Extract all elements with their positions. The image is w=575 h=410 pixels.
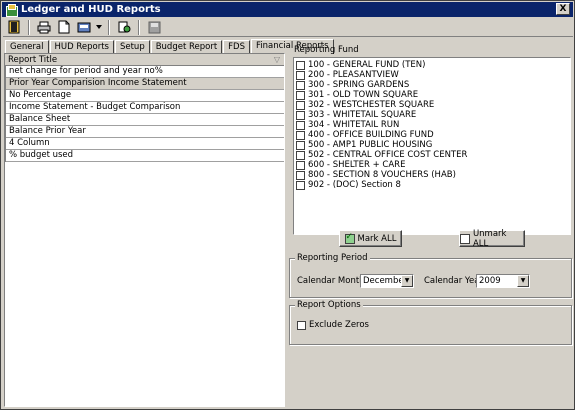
report-options-title: Report Options — [295, 300, 363, 310]
unchecked-box-icon — [460, 233, 470, 244]
unmark-all-button[interactable]: Unmark ALL — [459, 228, 525, 249]
preview-icon[interactable] — [55, 19, 73, 36]
table-row[interactable]: Balance Prior Year — [6, 126, 284, 138]
fund-label: 800 - SECTION 8 VOUCHERS (HAB) — [308, 170, 456, 180]
list-item[interactable]: 300 - SPRING GARDENS — [296, 80, 570, 90]
mark-all-button[interactable]: Mark ALL — [339, 230, 402, 247]
table-row[interactable]: Prior Year Comparision Income Statement — [6, 78, 284, 90]
table-row[interactable]: Balance Sheet — [6, 114, 284, 126]
dropdown-arrow-icon[interactable] — [95, 19, 103, 36]
window-title: Ledger and HUD Reports — [21, 4, 161, 15]
fund-checkbox[interactable] — [296, 110, 305, 120]
fund-list: 100 - GENERAL FUND (TEN) 200 - PLEASANTV… — [293, 57, 571, 235]
list-item[interactable]: 100 - GENERAL FUND (TEN) — [296, 60, 570, 70]
checked-box-icon — [344, 232, 355, 244]
filter-icon[interactable]: ▽ — [274, 55, 280, 64]
fund-label: 300 - SPRING GARDENS — [308, 80, 410, 90]
table-row[interactable]: % budget used — [6, 150, 284, 162]
fund-label: 304 - WHITETAIL RUN — [308, 120, 400, 130]
export-icon[interactable] — [75, 19, 93, 36]
list-item[interactable]: 502 - CENTRAL OFFICE COST CENTER — [296, 150, 570, 160]
fund-checkbox[interactable] — [296, 60, 305, 70]
grid-header[interactable]: Report Title ▽ — [5, 54, 284, 66]
list-item[interactable]: 303 - WHITETAIL SQUARE — [296, 110, 570, 120]
list-item[interactable]: 400 - OFFICE BUILDING FUND — [296, 130, 570, 140]
calendar-year-label: Calendar Year — [424, 276, 483, 286]
table-row[interactable]: Income Statement - Budget Comparison — [6, 102, 284, 114]
fund-checkbox[interactable] — [296, 160, 305, 170]
app-icon — [5, 3, 18, 17]
fund-label: 100 - GENERAL FUND (TEN) — [308, 60, 426, 70]
fund-checkbox[interactable] — [296, 150, 305, 160]
tab-general[interactable]: General — [5, 40, 49, 53]
reporting-period-group: Reporting Period Calendar Month December… — [289, 253, 572, 298]
list-item[interactable]: 200 - PLEASANTVIEW — [296, 70, 570, 80]
fund-checkbox[interactable] — [296, 140, 305, 150]
table-row[interactable]: net change for period and year no% — [6, 66, 284, 78]
report-grid: Report Title ▽ net change for period and… — [4, 53, 285, 407]
list-item[interactable]: 304 - WHITETAIL RUN — [296, 120, 570, 130]
fund-label: 200 - PLEASANTVIEW — [308, 70, 399, 80]
table-row[interactable]: 4 Column — [6, 138, 284, 150]
fund-label: 400 - OFFICE BUILDING FUND — [308, 130, 434, 140]
chevron-down-icon[interactable]: ▼ — [401, 275, 413, 287]
tab-fds[interactable]: FDS — [223, 40, 251, 53]
table-row[interactable]: No Percentage — [6, 90, 284, 102]
fund-checkbox[interactable] — [296, 170, 305, 180]
grid-rows: net change for period and year no% Prior… — [5, 66, 284, 162]
list-item[interactable]: 301 - OLD TOWN SQUARE — [296, 90, 570, 100]
toolbar — [3, 18, 573, 37]
save-icon[interactable] — [145, 19, 163, 36]
fund-checkbox[interactable] — [296, 100, 305, 110]
main-window: Ledger and HUD Reports X General HUD Rep — [0, 0, 575, 410]
report-options-group: Report Options Exclude Zeros — [289, 300, 572, 345]
list-item[interactable]: 302 - WESTCHESTER SQUARE — [296, 100, 570, 110]
exclude-zeros-option[interactable]: Exclude Zeros — [297, 320, 369, 330]
column-header-report-title[interactable]: Report Title — [8, 55, 57, 65]
fund-checkbox[interactable] — [296, 70, 305, 80]
toolbar-separator — [108, 19, 110, 35]
fund-label: 302 - WESTCHESTER SQUARE — [308, 100, 435, 110]
reporting-fund-group: 100 - GENERAL FUND (TEN) 200 - PLEASANTV… — [291, 53, 573, 253]
fund-label: 902 - (DOC) Section 8 — [308, 180, 401, 190]
fund-label: 303 - WHITETAIL SQUARE — [308, 110, 417, 120]
fund-checkbox[interactable] — [296, 90, 305, 100]
list-item[interactable]: 500 - AMP1 PUBLIC HOUSING — [296, 140, 570, 150]
exclude-zeros-label: Exclude Zeros — [309, 320, 369, 330]
calendar-year-select[interactable]: 2009 ▼ — [476, 274, 530, 288]
fund-checkbox[interactable] — [296, 130, 305, 140]
settings-icon[interactable] — [115, 19, 133, 36]
list-item[interactable]: 902 - (DOC) Section 8 — [296, 180, 570, 190]
title-bar: Ledger and HUD Reports X — [2, 2, 573, 17]
exclude-zeros-checkbox[interactable] — [297, 320, 306, 330]
print-icon[interactable] — [35, 19, 53, 36]
reporting-period-title: Reporting Period — [295, 253, 370, 263]
calendar-month-label: Calendar Month — [297, 276, 365, 286]
calendar-year-value: 2009 — [479, 276, 501, 286]
fund-label: 600 - SHELTER + CARE — [308, 160, 406, 170]
list-item[interactable]: 800 - SECTION 8 VOUCHERS (HAB) — [296, 170, 570, 180]
exit-icon[interactable] — [5, 19, 23, 36]
options-pane: Reporting Fund 100 - GENERAL FUND (TEN) … — [288, 39, 574, 407]
fund-checkbox[interactable] — [296, 180, 305, 190]
toolbar-separator — [28, 19, 30, 35]
unmark-all-label: Unmark ALL — [472, 228, 507, 249]
fund-checkbox[interactable] — [296, 80, 305, 90]
toolbar-separator — [138, 19, 140, 35]
fund-label: 301 - OLD TOWN SQUARE — [308, 90, 419, 100]
mark-all-label: Mark ALL — [357, 233, 397, 244]
tab-budget-report[interactable]: Budget Report — [150, 40, 223, 53]
fund-label: 500 - AMP1 PUBLIC HOUSING — [308, 140, 433, 150]
fund-checkbox[interactable] — [296, 120, 305, 130]
list-item[interactable]: 600 - SHELTER + CARE — [296, 160, 570, 170]
fund-label: 502 - CENTRAL OFFICE COST CENTER — [308, 150, 468, 160]
chevron-down-icon[interactable]: ▼ — [517, 275, 529, 287]
close-button[interactable]: X — [556, 3, 570, 15]
tab-strip: General HUD Reports Setup Budget Report … — [5, 39, 335, 54]
calendar-month-select[interactable]: December ▼ — [360, 274, 414, 288]
tab-setup[interactable]: Setup — [114, 40, 150, 53]
tab-hud-reports[interactable]: HUD Reports — [49, 40, 114, 53]
